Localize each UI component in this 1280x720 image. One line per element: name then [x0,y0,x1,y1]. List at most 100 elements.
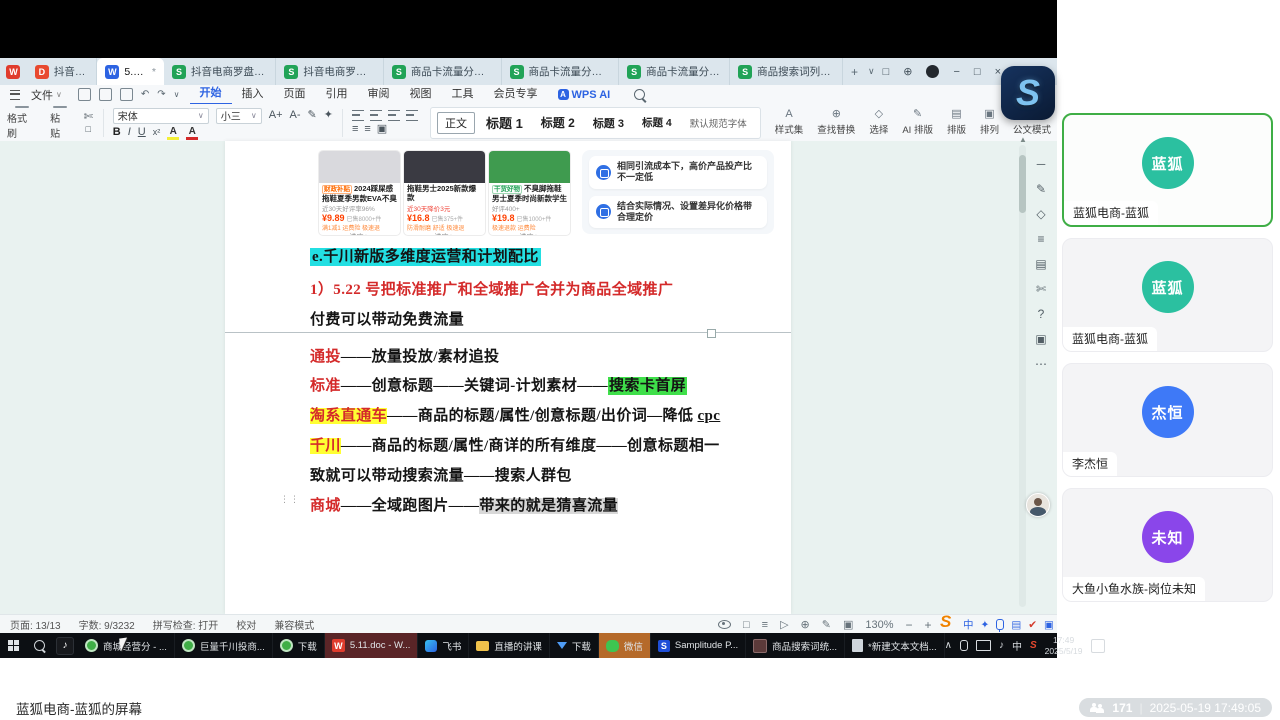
scroll-up-icon[interactable]: ▲ [1019,135,1027,144]
tray-expand-icon[interactable]: ∧ [945,640,952,651]
font-size-select[interactable]: 小三∨ [216,108,262,124]
taskbar-folder[interactable]: 直播的讲课 [469,633,550,658]
style-heading-1[interactable]: 标题 1 [479,111,530,134]
image-tool-icon[interactable]: ▤ [1035,257,1046,271]
export-icon[interactable] [120,88,133,101]
tab-douyin-page[interactable]: D 抖音亮横版 [27,58,97,85]
hamburger-menu-icon[interactable] [10,90,20,100]
tab-summary[interactable]: S 商品卡流量分析汇总-... [619,58,730,85]
tab-pin-icon[interactable]: * [152,66,156,78]
menu-review[interactable]: 审阅 [358,85,400,104]
screenshare-app-logo-small[interactable]: S [940,612,951,632]
table-resize-handle[interactable] [707,329,716,338]
menu-reference[interactable]: 引用 [316,85,358,104]
web-view-icon[interactable]: ⊕ [801,618,810,631]
product-card[interactable]: 干货好物不臭脚拖鞋男士夏季时尚新款学生凉 好评400+ ¥19.8已售1000+… [488,150,571,236]
new-tab-button[interactable]: + [851,65,858,79]
bullet-list-button[interactable]: ≡ [352,124,358,135]
tray-s-app-icon[interactable]: S [1030,640,1037,651]
style-heading-3[interactable]: 标题 3 [586,113,631,133]
close-button[interactable]: × [995,66,1001,78]
borders-button[interactable]: ▣ [377,124,387,135]
tray-ime-indicator[interactable]: 中 [1012,638,1022,653]
collapse-icon[interactable]: ─ [1037,157,1046,171]
enter-shop-link[interactable]: 进店 > [404,232,485,236]
style-heading-4[interactable]: 标题 4 [635,113,679,132]
justify-button[interactable] [406,110,418,121]
align-left-button[interactable] [352,110,364,121]
layout-button[interactable]: ▤排版 [941,109,972,136]
presenter-webcam-bubble[interactable] [1026,493,1050,517]
product-card[interactable]: 财政补贴2024踩屎感拖鞋夏季男款EVA不臭脚 近30天好评率96% ¥9.89… [318,150,401,236]
word-count[interactable]: 字数: 9/3232 [79,617,135,632]
settings-slider-icon[interactable]: ≡ [1037,232,1044,246]
help-icon[interactable]: ? [1038,307,1045,321]
taskbar-browser-page[interactable]: 商品搜索词统... [746,633,845,658]
more-tools-icon[interactable]: ⋯ [1035,357,1047,371]
more-text-fx-button[interactable]: ✦ [324,110,333,121]
proofread-button[interactable]: 校对 [236,617,256,632]
ai-layout-button[interactable]: ✎AI 排版 [896,109,939,136]
history-chevron-icon[interactable]: ∨ [174,90,180,99]
tab-compass-2[interactable]: S 抖音电商罗盘 - 成交... [276,58,384,85]
save-icon[interactable] [78,88,91,101]
taskbar-samplitude[interactable]: SSamplitude P... [651,633,746,658]
mic-overlay-icon[interactable] [996,619,1004,630]
menu-tools[interactable]: 工具 [442,85,484,104]
tab-traffic-1[interactable]: S 商品卡流量分析流量来源 [384,58,502,85]
menu-home[interactable]: 开始 [190,84,232,105]
taskbar-download[interactable]: 下载 [550,633,599,658]
paragraph-drag-handle[interactable]: ⋮⋮ [280,497,300,502]
start-button[interactable] [0,633,26,658]
font-name-select[interactable]: 宋体∨ [113,108,209,124]
outline-view-icon[interactable]: ≡ [762,619,768,631]
window-layout-icon[interactable]: □ [883,66,890,78]
shape-tool-icon[interactable]: ▣ [1035,332,1046,346]
scrollbar-thumb[interactable] [1019,155,1026,213]
pen-icon[interactable]: ✎ [1036,182,1046,196]
zoom-level[interactable]: 130% [865,619,893,631]
document-scrollbar[interactable] [1019,145,1026,607]
panel-overlay-icon[interactable]: ▤ [1011,619,1021,631]
superscript-button[interactable]: x² [153,128,161,137]
menu-file[interactable]: 文件∨ [25,87,68,103]
tray-display-icon[interactable] [976,640,991,651]
ime-overlay-icon[interactable]: 中 [963,617,974,632]
notification-center-icon[interactable] [1091,639,1105,653]
tray-volume-icon[interactable]: ♪ [999,640,1004,651]
account-avatar[interactable] [926,65,939,78]
zoom-out-button[interactable]: − [906,618,913,632]
menu-insert[interactable]: 插入 [232,85,274,104]
grid-overlay-icon[interactable]: ▣ [1044,619,1054,631]
participant-tile[interactable]: 未知 大鱼小鱼水族-岗位未知 [1062,488,1273,602]
style-default-font[interactable]: 默认规范字体 [683,114,754,132]
screenshare-app-logo[interactable]: S [1001,66,1055,120]
tab-traffic-2[interactable]: S 商品卡流量分析流量来源 [502,58,620,85]
tray-mic-icon[interactable] [960,640,968,651]
menu-view[interactable]: 视图 [400,85,442,104]
cut-button[interactable]: ✄ □ [77,106,100,140]
participant-tile[interactable]: 杰恒 李杰恒 [1062,363,1273,477]
align-center-button[interactable] [370,110,382,121]
increase-font-button[interactable]: A+ [269,110,283,121]
find-replace-button[interactable]: ⊕查找替换 [811,109,861,136]
italic-button[interactable]: I [128,127,131,138]
taskbar-wps-doc[interactable]: W5.11.doc - W... [325,633,419,658]
edit-mode-icon[interactable]: ✎ [822,618,831,631]
style-heading-2[interactable]: 标题 2 [534,112,582,133]
search-icon[interactable] [634,89,645,100]
document-page[interactable]: 财政补贴2024踩屎感拖鞋夏季男款EVA不臭脚 近30天好评率96% ¥9.89… [225,141,791,614]
menu-wps-ai[interactable]: AWPS AI [548,89,621,101]
align-right-button[interactable] [388,110,400,121]
taskbar-app-qianchuan[interactable]: 巨量千川投商... [175,633,273,658]
product-card[interactable]: 拖鞋男士2025新款爆款 近30天降价3元 ¥16.8已售375+件 防滑耐磨 … [403,150,486,236]
paste-button[interactable]: 粘贴 [43,106,76,140]
lasso-icon[interactable]: ◇ [1036,207,1045,221]
zoom-in-button[interactable]: + [925,618,932,632]
minimize-button[interactable]: − [953,66,959,78]
arrange-button[interactable]: ▣排列 [974,109,1005,136]
sync-globe-icon[interactable]: ⊕ [903,65,912,78]
decrease-font-button[interactable]: A- [290,110,301,121]
print-icon[interactable] [99,88,112,101]
taskbar-clock[interactable]: 17:49 2025/5/19 [1045,635,1083,655]
